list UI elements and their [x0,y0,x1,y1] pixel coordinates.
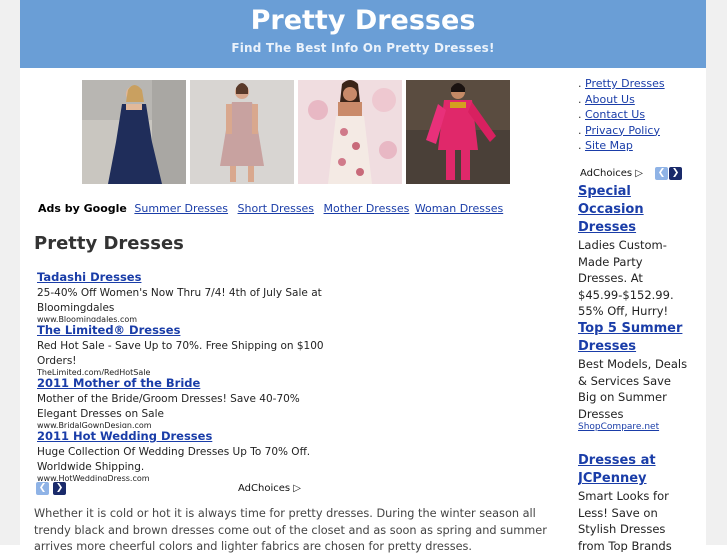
side-ad-title-link[interactable]: Top 5 Summer Dresses [578,320,688,356]
adchoices-icon: ▷ [635,168,643,179]
ad-title-link[interactable]: Tadashi Dresses [37,268,337,286]
adchoices-link-main[interactable]: AdChoices ▷ [238,483,301,494]
ad-item: The Limited® Dresses Red Hot Sale - Save… [37,321,337,375]
ad-description: Red Hot Sale - Save Up to 70%. Free Ship… [37,340,324,367]
ad-item: 2011 Hot Wedding Dresses Huge Collection… [37,427,337,481]
pink-salwar-photo[interactable] [406,80,510,184]
side-ad-description: Ladies Custom-Made Party Dresses. At $45… [578,238,674,318]
nav-link[interactable]: Site Map [585,139,633,152]
side-ad-item: Dresses at JCPenney Smart Looks for Less… [578,452,688,552]
ad-url[interactable]: www.HotWeddingDress.com [37,475,337,481]
site-header: Pretty Dresses Find The Best Info On Pre… [20,0,706,68]
nav-link[interactable]: Contact Us [585,108,645,121]
sidebar-item-privacy-policy: . Privacy Policy [578,123,660,137]
ads-link-mother-dresses[interactable]: Mother Dresses [324,202,410,215]
ad-item: 2011 Mother of the Bride Mother of the B… [37,374,337,428]
side-ad-description: Smart Looks for Less! Save on Stylish Dr… [578,489,672,552]
side-ad-url[interactable]: ShopCompare.net [578,422,688,432]
nav-link[interactable]: Privacy Policy [585,124,660,137]
ads-by-google-bar: Ads by Google Summer Dresses Short Dress… [38,202,509,215]
ad-prev-button[interactable]: ❮ [36,482,49,495]
blush-dress-photo[interactable] [190,80,294,184]
ad-next-button[interactable]: ❯ [53,482,66,495]
side-ad-title-link[interactable]: Special Occasion Dresses [578,183,688,237]
floral-dress-photo[interactable] [298,80,402,184]
ads-link-short-dresses[interactable]: Short Dresses [238,202,315,215]
adchoices-icon: ▷ [293,483,301,494]
chevron-left-icon: ❮ [38,483,47,493]
side-ad-next-button[interactable]: ❯ [669,167,682,180]
side-ad-title-link[interactable]: Dresses at JCPenney [578,452,688,488]
sidebar-item-pretty-dresses: . Pretty Dresses [578,77,665,90]
site-title[interactable]: Pretty Dresses [20,5,706,36]
sidebar-item-site-map: . Site Map [578,139,633,152]
ad-item: Tadashi Dresses 25-40% Off Women's Now T… [37,268,337,322]
adchoices-label: AdChoices [238,483,291,494]
ads-by-google-label: Ads by Google [38,202,127,215]
ad-description: Mother of the Bride/Groom Dresses! Save … [37,393,300,420]
page-container: Pretty Dresses Find The Best Info On Pre… [20,0,706,553]
sidebar-item-contact-us: . Contact Us [578,108,646,121]
ads-link-summer-dresses[interactable]: Summer Dresses [134,202,228,215]
ad-unit-main: Tadashi Dresses 25-40% Off Women's Now T… [37,266,337,482]
ad-description: 25-40% Off Women's Now Thru 7/4! 4th of … [37,287,322,314]
chevron-right-icon: ❯ [55,483,64,493]
page-title: Pretty Dresses [34,233,184,254]
side-ad-description: Best Models, Deals & Services Save Big o… [578,357,688,421]
ad-title-link[interactable]: The Limited® Dresses [37,321,337,339]
chevron-left-icon: ❮ [657,168,666,178]
side-ad-item: Special Occasion Dresses Ladies Custom-M… [578,183,688,320]
side-ad-item: Top 5 Summer Dresses Best Models, Deals … [578,320,688,450]
nav-link[interactable]: About Us [585,93,635,106]
ad-title-link[interactable]: 2011 Hot Wedding Dresses [37,427,337,445]
site-tagline: Find The Best Info On Pretty Dresses! [231,41,495,55]
nav-link[interactable]: Pretty Dresses [585,77,665,90]
adchoices-link-side[interactable]: AdChoices ▷ [580,168,643,179]
side-ad-prev-button[interactable]: ❮ [655,167,668,180]
navy-dress-photo[interactable] [82,80,186,184]
adchoices-label: AdChoices [580,168,633,179]
sidebar-item-about-us: . About Us [578,92,635,106]
intro-paragraph: Whether it is cold or hot it is always t… [34,507,547,553]
ads-link-woman-dresses[interactable]: Woman Dresses [415,202,503,215]
sidebar-nav: . Pretty Dresses . About Us . Contact Us… [578,76,665,154]
ad-description: Huge Collection Of Wedding Dresses Up To… [37,446,311,473]
ad-title-link[interactable]: 2011 Mother of the Bride [37,374,337,392]
chevron-right-icon: ❯ [671,168,680,178]
